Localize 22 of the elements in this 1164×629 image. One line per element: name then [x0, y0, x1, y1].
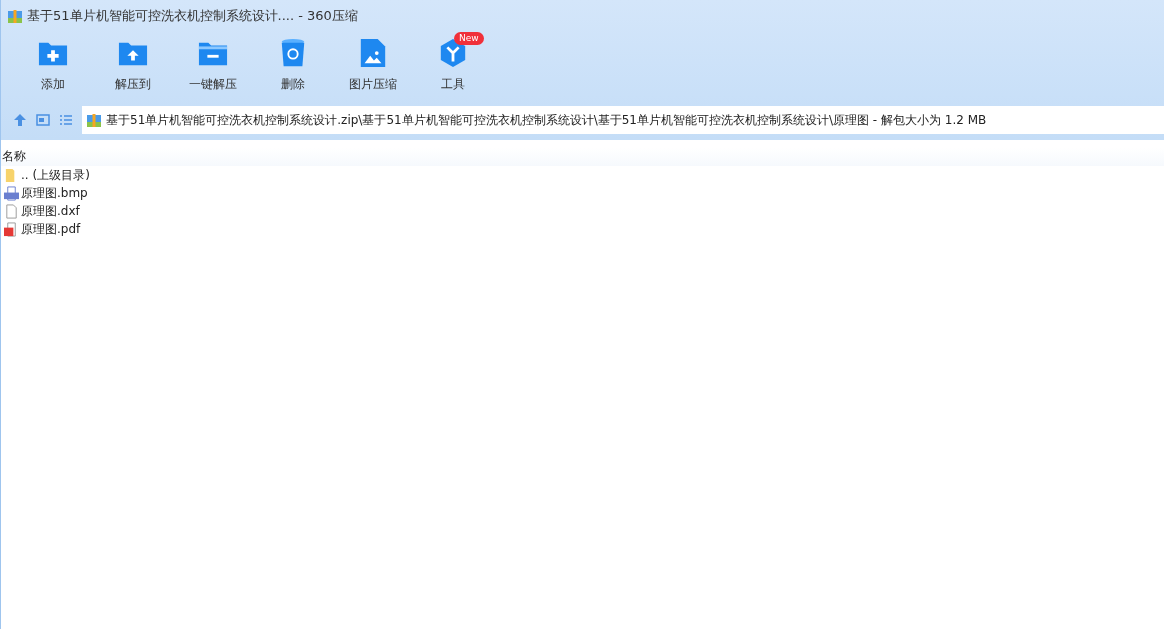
toolbar-button[interactable]: New 工具	[413, 32, 493, 102]
toolbar-button[interactable]: 添加	[13, 32, 93, 102]
toolbar-button[interactable]: 解压到	[93, 32, 173, 102]
archive-icon	[7, 8, 23, 24]
file-name[interactable]: 原理图.dxf	[21, 202, 80, 220]
thumbnail-view-icon[interactable]	[36, 113, 50, 127]
toolbar-button[interactable]: 一键解压	[173, 32, 253, 102]
file-name[interactable]: 原理图.pdf	[21, 220, 81, 238]
file-name[interactable]: .. (上级目录)	[21, 166, 90, 184]
new-badge: New	[454, 32, 484, 45]
toolbar-button[interactable]: 删除	[253, 32, 333, 102]
address-bar[interactable]: 基于51单片机智能可控洗衣机控制系统设计.zip\基于51单片机智能可控洗衣机控制系统设计\基于51单片机智能可控洗衣机控制系统设计\原理图 - 解包大小为 1.2 MB	[82, 106, 1164, 134]
archive-icon	[86, 112, 102, 128]
file-name[interactable]: 原理图.bmp	[21, 184, 88, 202]
up-arrow-icon[interactable]	[13, 113, 27, 127]
list-view-icon[interactable]	[59, 113, 73, 127]
column-header[interactable]: 名称	[2, 149, 26, 163]
toolbar-button[interactable]: 图片压缩	[333, 32, 413, 102]
window-title: 基于51单片机智能可控洗衣机控制系统设计.... - 360压缩	[27, 7, 358, 25]
pdf-file-icon	[4, 221, 19, 237]
path-text: 基于51单片机智能可控洗衣机控制系统设计.zip\基于51单片机智能可控洗衣机控制系统设计\基于51单片机智能可控洗衣机控制系统设计\原理图 - 解包大小为 1.2 MB	[106, 111, 987, 129]
file-icon	[4, 203, 19, 219]
